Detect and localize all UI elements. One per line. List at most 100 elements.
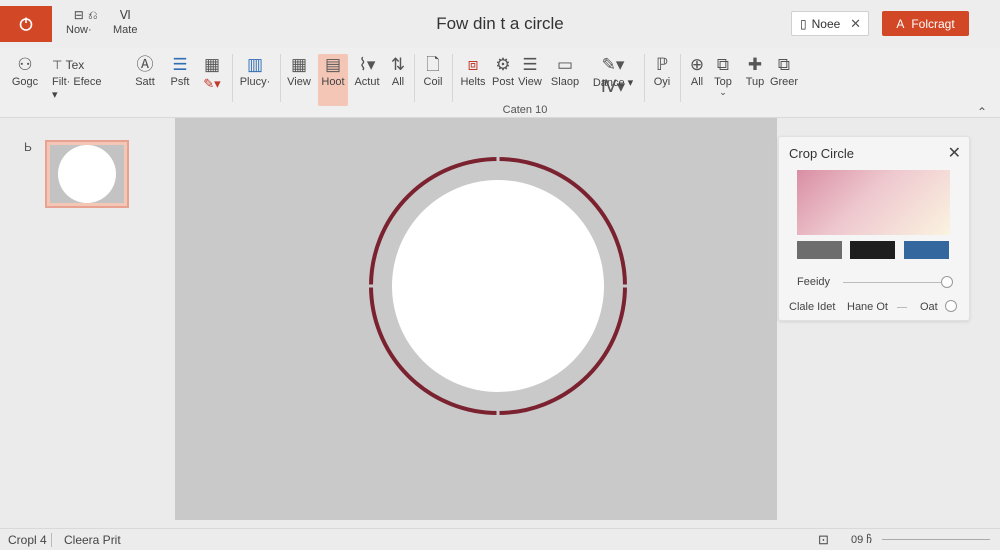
thumbnail-background bbox=[50, 145, 124, 203]
ribbon-coil-button[interactable]: 🗋 Coil bbox=[419, 54, 447, 88]
ribbon-satt-button[interactable]: Ⓐ Satt bbox=[132, 54, 158, 88]
ribbon-slaop-button[interactable]: ▭ Slaop bbox=[549, 54, 581, 88]
ribbon-view2-button[interactable]: ☰ View bbox=[516, 54, 544, 88]
note-close-icon[interactable]: ✕ bbox=[850, 16, 861, 32]
chart-icon: ▥ bbox=[246, 55, 264, 74]
ribbon-all2-label: All bbox=[690, 76, 704, 88]
ribbon-separator bbox=[414, 54, 415, 102]
canvas-drawing bbox=[368, 156, 628, 416]
panel-title: Crop Circle bbox=[789, 146, 855, 161]
grid-icon: ▦ bbox=[290, 55, 308, 74]
format-button[interactable]: Ⅵ Mate bbox=[113, 8, 137, 36]
ribbon-tup-label: Tup bbox=[745, 76, 765, 88]
zoom-slider[interactable] bbox=[882, 539, 990, 540]
align-icon: ☰ bbox=[172, 55, 188, 74]
fit-slide-icon[interactable]: ⊡ bbox=[818, 532, 829, 548]
chevron-down-icon: ⌄ bbox=[719, 87, 727, 97]
ribbon-separator bbox=[644, 54, 645, 102]
ribbon-post-label: Post bbox=[491, 76, 514, 88]
ribbon-filter-label[interactable]: Filt· bbox=[52, 76, 70, 88]
edit-icon: ⧉ bbox=[716, 55, 730, 74]
swatch-blue[interactable] bbox=[904, 241, 949, 259]
ribbon-greer-label: Greer bbox=[769, 76, 799, 88]
ribbon-oyi-label: Oyi bbox=[653, 76, 671, 88]
slideshow-icon: ▭ bbox=[556, 55, 574, 74]
undo-button[interactable]: ⎌ bbox=[88, 8, 98, 24]
color-gradient-picker[interactable] bbox=[797, 170, 950, 235]
ribbon-plucy-button[interactable]: ▥ Plucy· bbox=[238, 54, 272, 88]
text-icon: ⊤ bbox=[52, 58, 63, 72]
thumbnail-circle bbox=[58, 145, 116, 203]
note-label: Noee bbox=[811, 16, 841, 31]
quick-save-label: Now· bbox=[66, 24, 92, 36]
format-label: Mate bbox=[113, 24, 138, 36]
shapes-icon: Ⓐ bbox=[136, 55, 154, 74]
ribbon-oyi-button[interactable]: ℙ Oyi bbox=[649, 54, 675, 88]
ribbon-view-label: View bbox=[287, 76, 311, 88]
undo-icon: ⎌ bbox=[88, 8, 98, 22]
app-menu-button[interactable] bbox=[0, 6, 52, 42]
share-label: Folcragt bbox=[911, 16, 955, 31]
ribbon-view-button[interactable]: ▦ View bbox=[285, 54, 313, 88]
ribbon-all-button[interactable]: ⇅ All bbox=[388, 54, 408, 88]
search-icon: ⊕ bbox=[689, 55, 705, 74]
swatch-black[interactable] bbox=[850, 241, 895, 259]
ribbon-text-group[interactable]: ⊤ Tex Filt· Efece ▾ bbox=[52, 54, 104, 101]
share-button[interactable]: A Folcragt bbox=[882, 11, 969, 36]
ribbon-actut-label: Actut bbox=[354, 76, 380, 88]
swatch-gray[interactable] bbox=[797, 241, 842, 259]
share-icon: A bbox=[896, 16, 905, 31]
ribbon-all2-button[interactable]: ⊕ All bbox=[685, 54, 709, 88]
arrange-icon: ⇅ bbox=[390, 55, 406, 74]
text-row: ⊤ Tex bbox=[52, 54, 104, 76]
status-slide-indicator[interactable]: Cropl 4 bbox=[4, 533, 52, 547]
draw-icon: ✎▾ Ⅳ▾ bbox=[600, 55, 626, 96]
ribbon-psft-label: Psft bbox=[170, 76, 190, 88]
ribbon-post-button[interactable]: ⚙ Post bbox=[490, 54, 516, 88]
ribbon-hoot-button[interactable]: ▤ Hoot bbox=[318, 54, 348, 106]
close-icon[interactable]: ✕ bbox=[948, 143, 961, 163]
ribbon-actut-button[interactable]: ⌇▾ Actut bbox=[352, 54, 382, 88]
ribbon-tup-button[interactable]: ✚ Tup bbox=[742, 54, 768, 88]
ribbon-satt-label: Satt bbox=[135, 76, 155, 88]
ribbon-gogc-button[interactable]: ⚇ Gogc bbox=[10, 54, 40, 88]
ribbon-group-label: Caten 10 bbox=[502, 104, 548, 116]
ribbon-helts-button[interactable]: ⧈ Helts bbox=[458, 54, 488, 88]
ribbon-dance-button[interactable]: ✎▾ Ⅳ▾ Dance ▾ bbox=[588, 54, 638, 96]
ribbon-psft-button[interactable]: ☰ Psft bbox=[166, 54, 194, 88]
paint-icon: ▦ bbox=[203, 55, 221, 74]
zoom-level[interactable]: 09 ჩ bbox=[851, 533, 872, 546]
slide-canvas[interactable] bbox=[175, 118, 777, 520]
ribbon-hoot-label: Hoot bbox=[321, 76, 345, 88]
ribbon-paint-button[interactable]: ▦ ✎▾ bbox=[200, 54, 224, 92]
slide-thumbnail[interactable] bbox=[45, 140, 129, 208]
ribbon-tex-label: Tex bbox=[65, 58, 85, 72]
note-button[interactable]: ▯ Noee ✕ bbox=[791, 11, 869, 36]
row2-toggle[interactable] bbox=[945, 300, 957, 312]
feathery-slider[interactable] bbox=[843, 282, 943, 283]
feathery-slider-handle[interactable] bbox=[941, 276, 953, 288]
ribbon-separator bbox=[680, 54, 681, 102]
power-icon bbox=[19, 17, 33, 31]
document-title: Fow din t a circle bbox=[436, 14, 564, 33]
lasso-icon: ⌇▾ bbox=[358, 55, 376, 74]
ribbon-coil-label: Coil bbox=[423, 76, 443, 88]
note-icon: ▯ bbox=[800, 16, 807, 31]
ribbon-toolbar: ⚇ Gogc ⊤ Tex Filt· Efece ▾ Ⓐ Satt ☰ Psft… bbox=[0, 48, 1000, 119]
status-mode[interactable]: Cleera Prit bbox=[64, 533, 121, 547]
ribbon-helts-label: Helts bbox=[460, 76, 486, 88]
settings-icon: ⚙ bbox=[495, 55, 511, 74]
row2-mode[interactable]: Hane Ot bbox=[847, 301, 888, 313]
row2-out[interactable]: Oat bbox=[920, 301, 938, 313]
ribbon-separator bbox=[452, 54, 453, 102]
list-icon: ☰ bbox=[522, 55, 538, 74]
feathery-label: Feeidy bbox=[797, 276, 831, 288]
collapse-ribbon-icon[interactable]: ⌃ bbox=[977, 105, 987, 119]
ribbon-greer-button[interactable]: ⧉ Greer bbox=[768, 54, 800, 88]
ribbon-all-label: All bbox=[391, 76, 405, 88]
ribbon-top-button[interactable]: ⧉ Top ⌄ bbox=[710, 54, 736, 97]
ribbon-dance-label: Dance ▾ bbox=[592, 77, 634, 89]
cropped-circle-image[interactable] bbox=[392, 180, 604, 392]
pen-icon: ✎▾ bbox=[203, 76, 221, 91]
addin-icon: ✚ bbox=[747, 55, 763, 74]
